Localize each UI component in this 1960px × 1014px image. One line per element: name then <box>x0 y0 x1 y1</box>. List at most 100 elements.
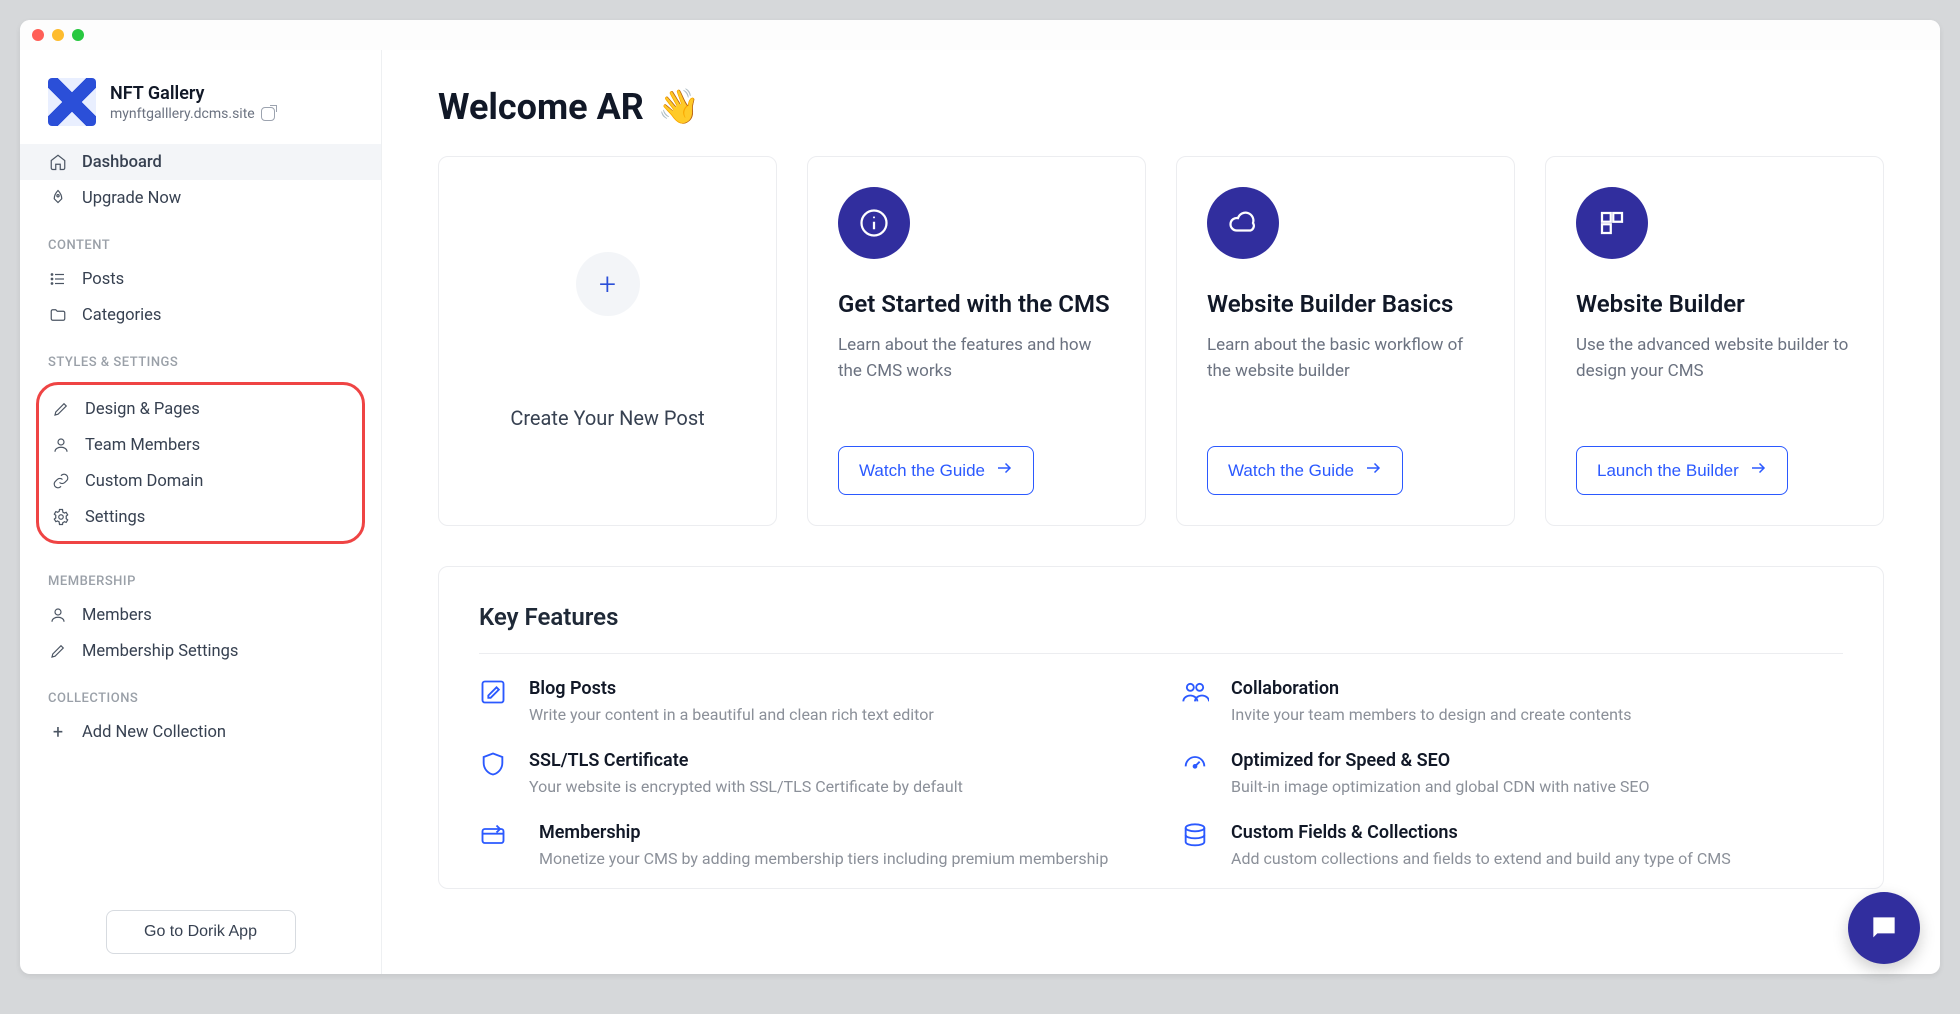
card-new-post[interactable]: + Create Your New Post <box>438 156 777 526</box>
plus-icon: + <box>48 722 68 742</box>
browser-window: NFT Gallery mynftgalllery.dcms.site Dash… <box>20 20 1940 974</box>
card-website-builder: Website Builder Use the advanced website… <box>1545 156 1884 526</box>
feature-desc: Built-in image optimization and global C… <box>1231 777 1650 796</box>
feature-custom-fields: Custom Fields & Collections Add custom c… <box>1181 822 1843 868</box>
section-styles: STYLES & SETTINGS <box>20 333 381 378</box>
list-icon <box>48 269 68 289</box>
link-icon <box>51 471 71 491</box>
chat-icon <box>1868 912 1900 944</box>
feature-title: Membership <box>539 822 1108 843</box>
go-to-app-button[interactable]: Go to Dorik App <box>106 910 296 954</box>
section-membership: MEMBERSHIP <box>20 552 381 597</box>
highlight-annotation: Design & Pages Team Members Custom Domai… <box>36 382 365 544</box>
nav-membership-settings[interactable]: Membership Settings <box>20 633 381 669</box>
launch-builder-button[interactable]: Launch the Builder <box>1576 446 1788 495</box>
shield-icon <box>479 750 509 780</box>
arrow-right-icon <box>1749 459 1767 482</box>
nav-categories[interactable]: Categories <box>20 297 381 333</box>
site-url-text: mynftgalllery.dcms.site <box>110 106 255 122</box>
welcome-header: Welcome AR 👋 <box>438 86 1884 128</box>
close-window-icon[interactable] <box>32 29 44 41</box>
card-builder-basics: Website Builder Basics Learn about the b… <box>1176 156 1515 526</box>
feature-desc: Monetize your CMS by adding membership t… <box>539 849 1108 868</box>
nav-label: Dashboard <box>82 153 162 172</box>
nav-team-members[interactable]: Team Members <box>39 427 362 463</box>
feature-desc: Your website is encrypted with SSL/TLS C… <box>529 777 963 796</box>
pencil-icon <box>51 399 71 419</box>
window-titlebar <box>20 20 1940 50</box>
card-title: Get Started with the CMS <box>838 289 1115 319</box>
nav-settings[interactable]: Settings <box>39 499 362 535</box>
welcome-title: Welcome AR <box>438 86 644 128</box>
card-title: Website Builder Basics <box>1207 289 1484 319</box>
nav-label: Posts <box>82 270 124 289</box>
nav-add-collection[interactable]: + Add New Collection <box>20 714 381 750</box>
site-header[interactable]: NFT Gallery mynftgalllery.dcms.site <box>20 78 381 144</box>
feature-title: Blog Posts <box>529 678 934 699</box>
nav-label: Add New Collection <box>82 723 226 742</box>
edit-icon <box>48 641 68 661</box>
nav-label: Upgrade Now <box>82 189 181 208</box>
minimize-window-icon[interactable] <box>52 29 64 41</box>
feature-desc: Invite your team members to design and c… <box>1231 705 1631 724</box>
nav-label: Settings <box>85 508 145 527</box>
wave-emoji-icon: 👋 <box>658 87 700 127</box>
gear-icon <box>51 507 71 527</box>
watch-guide-cms-button[interactable]: Watch the Guide <box>838 446 1034 495</box>
plus-circle-icon: + <box>576 252 640 316</box>
button-label: Watch the Guide <box>859 461 985 481</box>
grid-icon <box>1576 187 1648 259</box>
folder-icon <box>48 305 68 325</box>
button-label: Launch the Builder <box>1597 461 1739 481</box>
card-description: Learn about the features and how the CMS… <box>838 333 1115 384</box>
nav-upgrade[interactable]: Upgrade Now <box>20 180 381 216</box>
feature-speed-seo: Optimized for Speed & SEO Built-in image… <box>1181 750 1843 796</box>
feature-desc: Add custom collections and fields to ext… <box>1231 849 1731 868</box>
features-panel: Key Features Blog Posts Write your conte… <box>438 566 1884 889</box>
membership-icon <box>479 822 509 852</box>
nav-label: Membership Settings <box>82 642 238 661</box>
site-name: NFT Gallery <box>110 83 275 104</box>
features-heading: Key Features <box>479 603 1843 631</box>
nav-label: Team Members <box>85 436 200 455</box>
person-icon <box>48 605 68 625</box>
cloud-icon <box>1207 187 1279 259</box>
card-description: Learn about the basic workflow of the we… <box>1207 333 1484 384</box>
button-label: Watch the Guide <box>1228 461 1354 481</box>
nav-design-pages[interactable]: Design & Pages <box>39 391 362 427</box>
chat-fab-button[interactable] <box>1848 892 1920 964</box>
card-title: Website Builder <box>1576 289 1853 319</box>
nav-label: Design & Pages <box>85 400 200 419</box>
feature-title: Collaboration <box>1231 678 1631 699</box>
card-get-started-cms: Get Started with the CMS Learn about the… <box>807 156 1146 526</box>
nav-custom-domain[interactable]: Custom Domain <box>39 463 362 499</box>
watch-guide-basics-button[interactable]: Watch the Guide <box>1207 446 1403 495</box>
users-icon <box>1181 678 1211 708</box>
nav-label: Members <box>82 606 152 625</box>
section-collections: COLLECTIONS <box>20 669 381 714</box>
feature-desc: Write your content in a beautiful and cl… <box>529 705 934 724</box>
nav-members[interactable]: Members <box>20 597 381 633</box>
main-content: Welcome AR 👋 + Create Your New Post Get … <box>382 50 1940 974</box>
nav-label: Custom Domain <box>85 472 203 491</box>
maximize-window-icon[interactable] <box>72 29 84 41</box>
info-icon <box>838 187 910 259</box>
rocket-icon <box>48 188 68 208</box>
card-new-post-label: Create Your New Post <box>510 406 704 430</box>
edit-square-icon <box>479 678 509 708</box>
arrow-right-icon <box>995 459 1013 482</box>
database-icon <box>1181 822 1211 852</box>
feature-title: SSL/TLS Certificate <box>529 750 963 771</box>
user-icon <box>51 435 71 455</box>
nav-dashboard[interactable]: Dashboard <box>20 144 381 180</box>
feature-title: Custom Fields & Collections <box>1231 822 1731 843</box>
site-logo-icon <box>48 78 96 126</box>
section-content: CONTENT <box>20 216 381 261</box>
external-link-icon <box>261 107 275 121</box>
nav-posts[interactable]: Posts <box>20 261 381 297</box>
feature-blog-posts: Blog Posts Write your content in a beaut… <box>479 678 1141 724</box>
speed-icon <box>1181 750 1211 780</box>
arrow-right-icon <box>1364 459 1382 482</box>
site-url[interactable]: mynftgalllery.dcms.site <box>110 106 275 122</box>
feature-membership: Membership Monetize your CMS by adding m… <box>479 822 1141 868</box>
